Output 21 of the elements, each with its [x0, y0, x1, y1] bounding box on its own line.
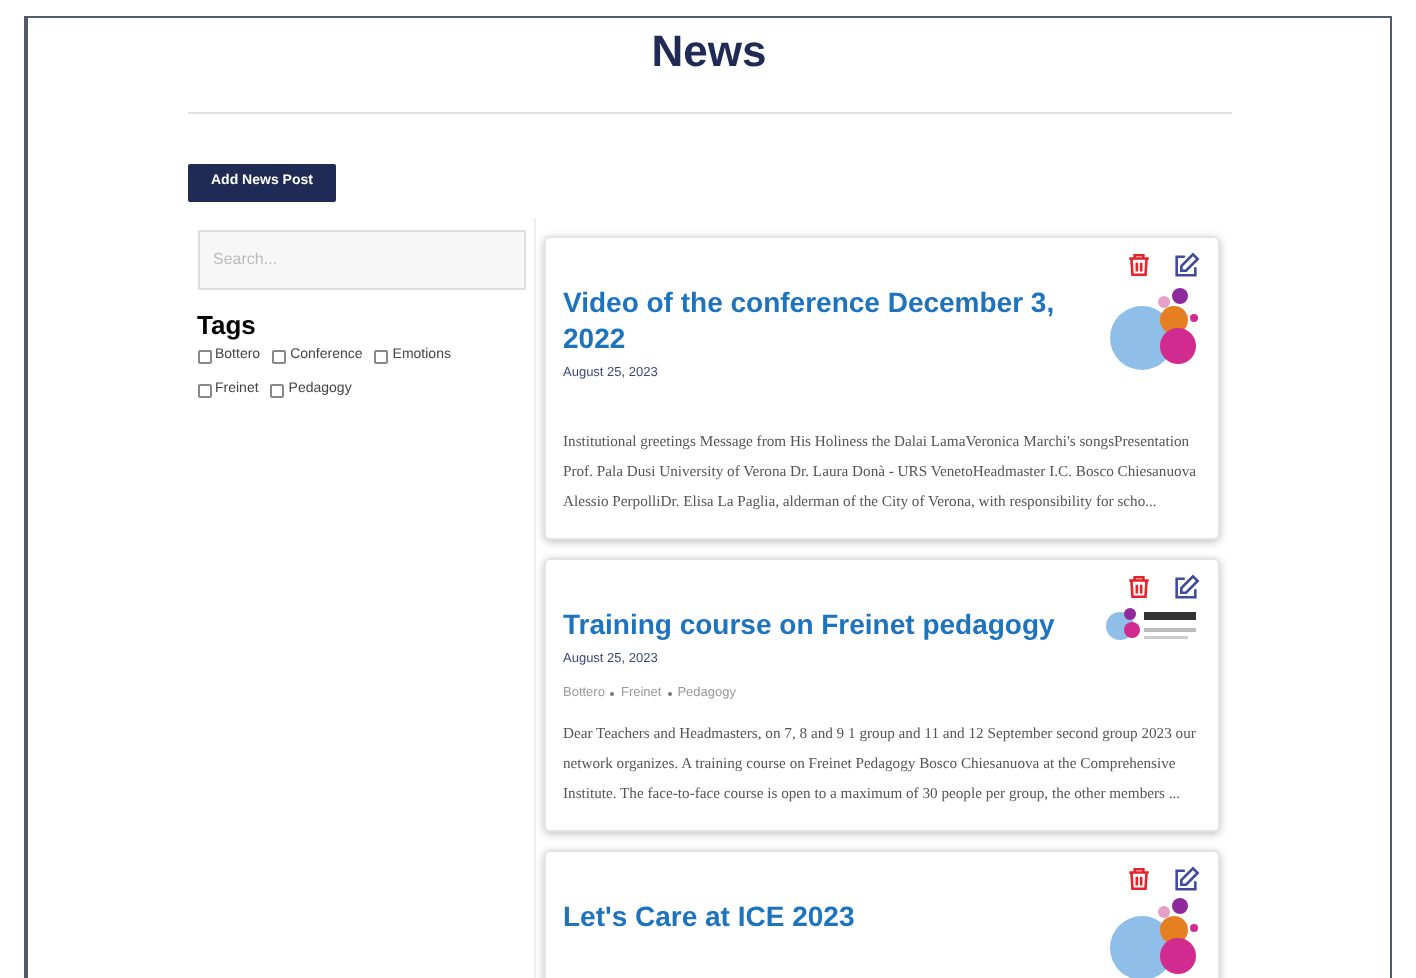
checkbox[interactable] [197, 384, 211, 398]
edit-icon[interactable] [1171, 866, 1199, 894]
bullet-icon [610, 692, 615, 697]
post-title[interactable]: Video of the conference December 3, 2022 [563, 283, 1083, 356]
edit-icon[interactable] [1171, 573, 1199, 601]
checkbox[interactable] [270, 384, 285, 398]
trash-icon[interactable] [1125, 251, 1151, 278]
logo-icon [1103, 603, 1199, 643]
page-title: News [651, 24, 767, 80]
checkbox[interactable] [374, 349, 389, 363]
checkbox[interactable] [197, 349, 211, 363]
post-title[interactable]: Let's Care at ICE 2023 [563, 898, 1083, 934]
checkbox[interactable] [272, 349, 287, 363]
logo-icon [1107, 896, 1199, 978]
search-field[interactable]: Search... [197, 229, 525, 290]
post-title[interactable]: Training course on Freinet pedagogy [563, 605, 1083, 641]
trash-icon[interactable] [1125, 866, 1151, 892]
bullet-icon [667, 692, 672, 697]
trash-icon[interactable] [1125, 573, 1151, 599]
edit-icon[interactable] [1171, 251, 1199, 280]
tags-heading: Tags [197, 309, 258, 342]
